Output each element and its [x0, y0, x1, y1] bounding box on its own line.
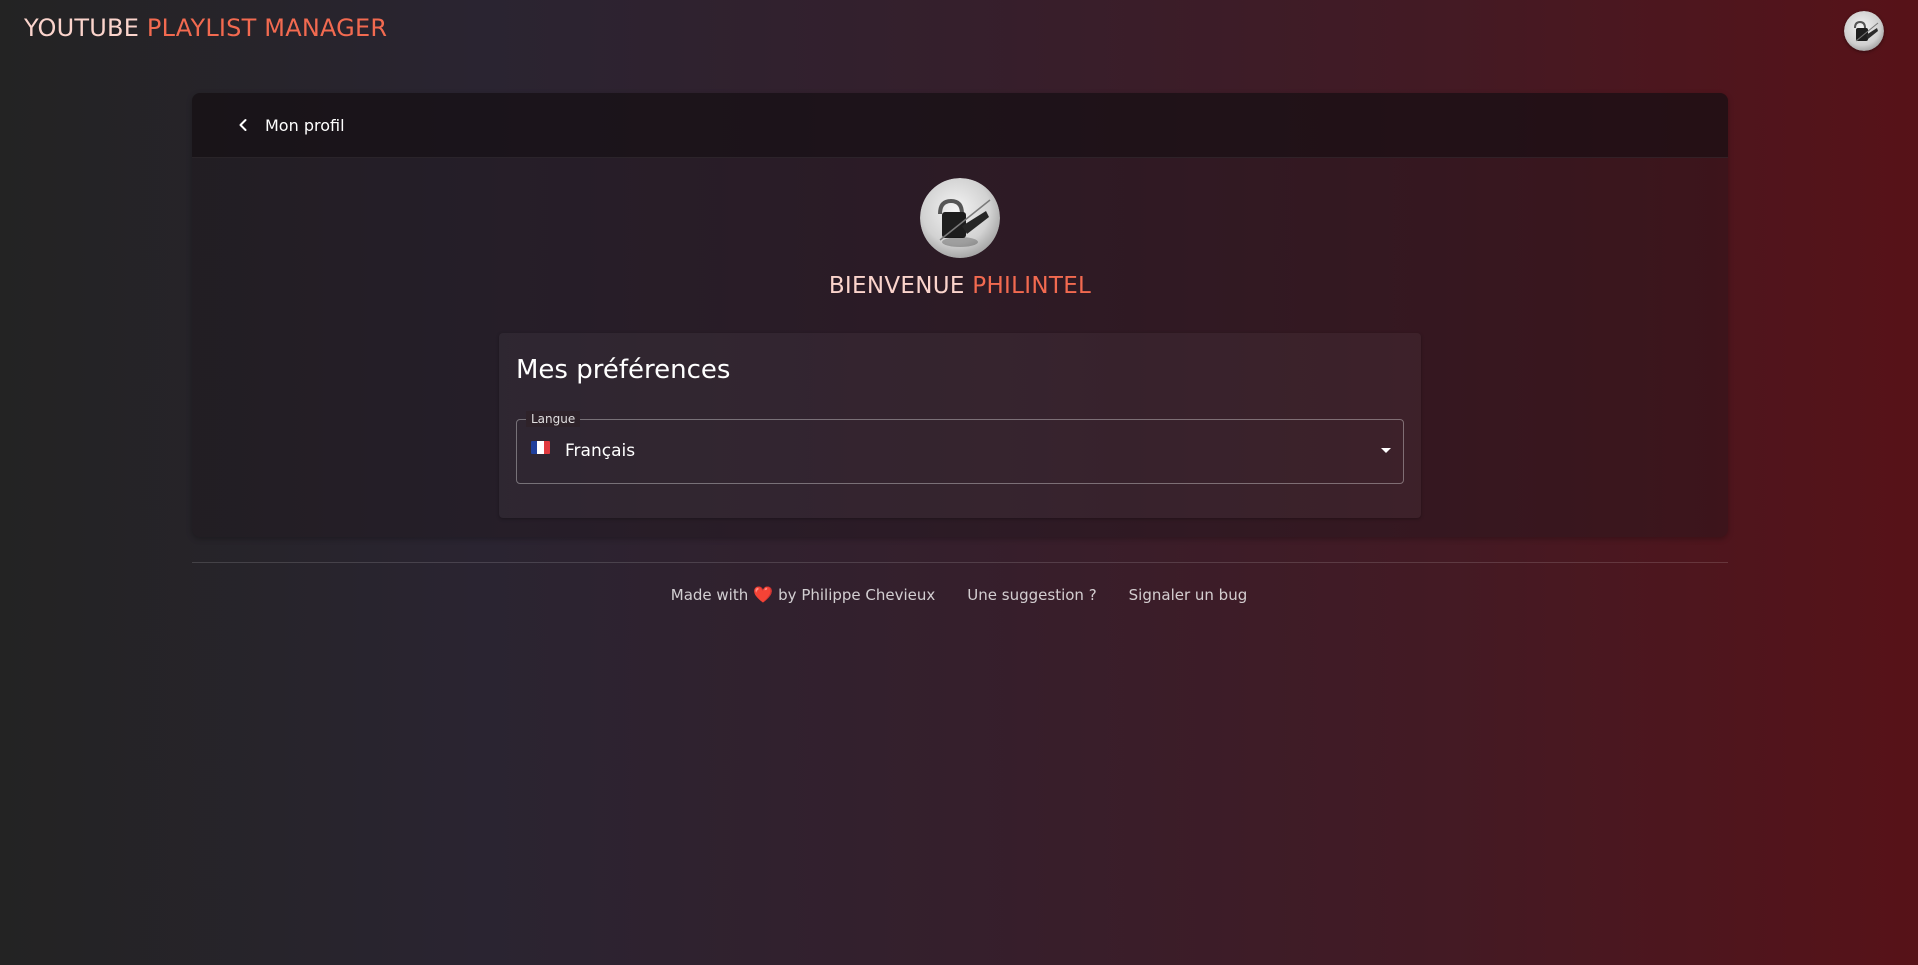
top-bar: YOUTUBE PLAYLIST MANAGER [0, 0, 1918, 62]
footer-divider [192, 562, 1728, 563]
welcome-prefix: BIENVENUE [828, 273, 965, 299]
welcome-username: PHILINTEL [972, 273, 1092, 299]
language-select[interactable]: Langue Français [516, 411, 1404, 484]
report-bug-link[interactable]: Signaler un bug [1129, 586, 1248, 604]
credit-suffix: by Philippe Chevieux [778, 585, 936, 604]
back-button[interactable]: Mon profil [227, 106, 353, 144]
user-avatar-button[interactable] [1844, 11, 1884, 51]
profile-card: Mon profil BIENVENUE PHILINTEL Mes préfé… [192, 93, 1728, 537]
footer-credit: Made with ❤️ by Philippe Chevieux [671, 585, 936, 604]
preferences-panel: Mes préférences Langue Français [499, 333, 1421, 518]
suggestion-link[interactable]: Une suggestion ? [967, 586, 1096, 604]
language-value: Français [565, 441, 636, 461]
user-avatar-icon [920, 178, 1000, 258]
language-label: Langue [526, 411, 581, 427]
credit-prefix: Made with [670, 585, 749, 604]
back-label: Mon profil [265, 115, 345, 135]
flag-fr-icon [531, 441, 550, 454]
caret-down-icon [1381, 448, 1391, 453]
profile-avatar [920, 178, 1000, 258]
user-avatar-icon [1844, 11, 1884, 51]
app-title[interactable]: YOUTUBE PLAYLIST MANAGER [24, 14, 387, 42]
heart-icon: ❤️ [753, 585, 774, 604]
chevron-left-icon [239, 119, 247, 131]
welcome-heading: BIENVENUE PHILINTEL [192, 273, 1728, 299]
preferences-title: Mes préférences [516, 355, 731, 385]
app-title-part2: PLAYLIST MANAGER [146, 14, 388, 42]
card-header: Mon profil [192, 93, 1728, 158]
footer: Made with ❤️ by Philippe Chevieux Une su… [0, 585, 1918, 604]
app-title-part1: YOUTUBE [24, 14, 140, 42]
